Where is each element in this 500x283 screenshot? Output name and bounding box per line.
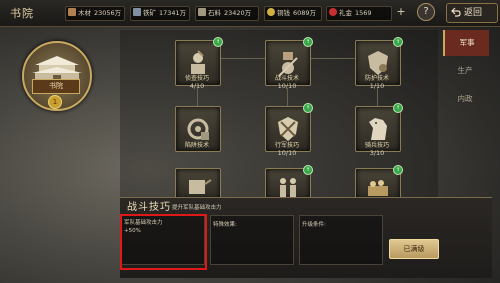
- tech-progress: 10/10: [277, 82, 297, 90]
- tech-connector: [310, 58, 356, 59]
- tech-name: 侦查技巧: [184, 75, 209, 82]
- tech-connector: [220, 58, 266, 59]
- upgrade-available-badge: ↑: [213, 37, 223, 47]
- resource-iron: 铁矿 17341万: [130, 6, 190, 21]
- tech-name: 陷阱技术: [184, 142, 209, 149]
- tab-internal-affairs[interactable]: 内政: [443, 86, 487, 112]
- treasure-icon: [368, 180, 388, 196]
- back-button[interactable]: 返回: [446, 3, 498, 23]
- tab-military[interactable]: 军事: [443, 30, 489, 56]
- stone-icon: [198, 8, 206, 16]
- resource-wood: 木材 23056万: [65, 6, 125, 21]
- page-title: 书院: [10, 7, 34, 20]
- max-level-button[interactable]: 已满级: [389, 239, 439, 259]
- tech-progress: 3/10: [369, 149, 385, 157]
- tech-connector: [197, 88, 198, 108]
- back-label: 返回: [464, 8, 483, 18]
- building-name: 书院: [32, 79, 80, 94]
- resource-stone: 石料 23420万: [195, 6, 259, 21]
- detail-title: 战斗技巧: [127, 202, 171, 213]
- tech-name: 战斗技术: [274, 75, 299, 82]
- iron-icon: [133, 8, 141, 16]
- upgrade-available-badge: ↑: [393, 165, 403, 175]
- tech-progress: 10/10: [277, 149, 297, 157]
- upgrade-available-badge: ↑: [303, 165, 313, 175]
- special-effect-label: 特殊效果:: [213, 222, 237, 228]
- highlight-frame: [120, 214, 207, 270]
- add-resource-button[interactable]: +: [395, 6, 407, 19]
- help-button[interactable]: ?: [417, 3, 435, 21]
- tech-connector: [287, 88, 288, 108]
- upgrade-available-badge: ↑: [303, 37, 313, 47]
- tab-production[interactable]: 生产: [443, 58, 487, 84]
- tech-progress: 1/10: [369, 82, 385, 90]
- gift-money-icon: [329, 8, 337, 16]
- back-arrow-icon: [451, 7, 461, 17]
- upgrade-available-badge: ↑: [303, 103, 313, 113]
- tech-siege[interactable]: [175, 168, 221, 200]
- building-level-badge[interactable]: 1: [48, 95, 62, 109]
- tech-progress: 4/10: [189, 82, 205, 90]
- wood-icon: [68, 8, 76, 16]
- tech-connector: [377, 88, 378, 108]
- siege-icon: [189, 179, 212, 194]
- upgrade-available-badge: ↑: [393, 103, 403, 113]
- detail-description: 提升军队基础攻击力: [172, 205, 222, 211]
- resource-gift-money: 礼金 1569: [326, 6, 392, 21]
- coin-icon: [267, 8, 275, 16]
- upgrade-condition-label: 升级条件:: [302, 222, 326, 228]
- tech-name: 行军技巧: [274, 142, 299, 149]
- soldiers-icon: [280, 178, 296, 197]
- resource-coin: 铜钱 6089万: [264, 6, 322, 21]
- upgrade-available-badge: ↑: [393, 37, 403, 47]
- tech-name: 防护技术: [364, 75, 389, 82]
- tech-name: 骑兵技巧: [364, 142, 389, 149]
